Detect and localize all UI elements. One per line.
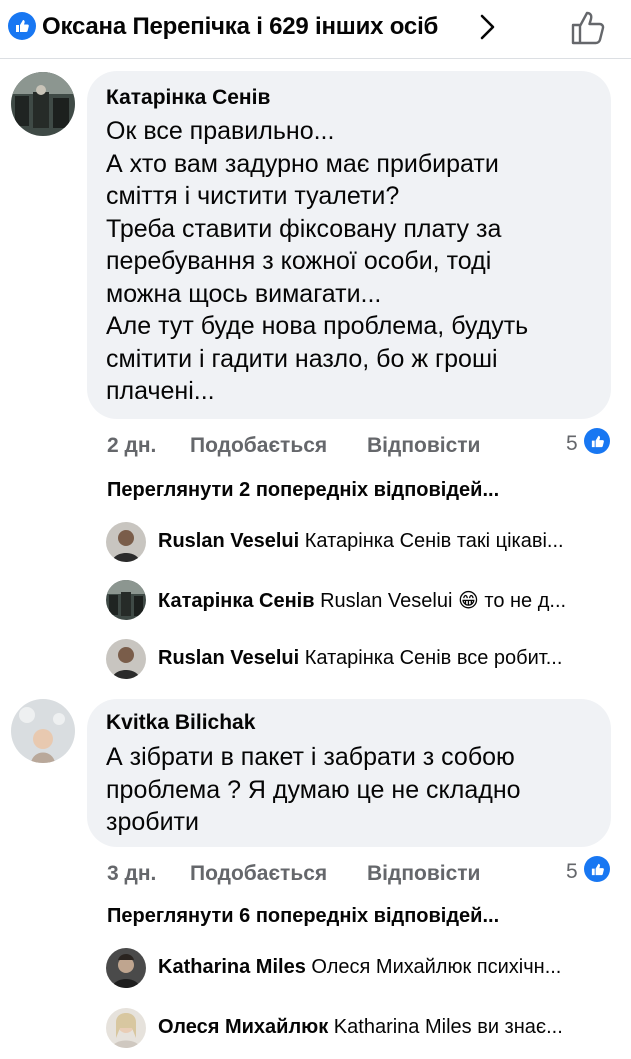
reply-preview: Олеся Михайлюк психічн... xyxy=(311,956,562,978)
reply-item[interactable]: Ruslan Veselui Катарінка Сенів такі ціка… xyxy=(106,522,626,562)
reply-author[interactable]: Катарінка Сенів xyxy=(158,590,315,612)
reply-item[interactable]: Katharina Miles Олеся Михайлюк психічн..… xyxy=(106,948,626,988)
reactions-header[interactable]: Оксана Перепічка і 629 інших осіб xyxy=(0,0,631,59)
reply-item[interactable]: Ruslan Veselui Катарінка Сенів все робит… xyxy=(106,639,626,679)
reply-button[interactable]: Відповісти xyxy=(367,862,480,886)
comment-author[interactable]: Катарінка Сенів xyxy=(106,86,270,110)
view-previous-replies[interactable]: Переглянути 6 попередніх відповідей... xyxy=(107,905,499,928)
comment-author[interactable]: Kvitka Bilichak xyxy=(106,711,255,735)
reply-author[interactable]: Katharina Miles xyxy=(158,956,306,978)
avatar[interactable] xyxy=(106,1008,146,1048)
reaction-count[interactable]: 5 xyxy=(566,860,578,884)
comment-time[interactable]: 2 дн. xyxy=(107,434,156,458)
reply-item[interactable]: Олеся Михайлюк Katharina Miles ви знає..… xyxy=(106,1008,626,1048)
chevron-right-icon[interactable] xyxy=(477,12,499,42)
avatar[interactable] xyxy=(106,580,146,620)
like-button[interactable]: Подобається xyxy=(190,862,327,886)
thumbs-up-outline-icon[interactable] xyxy=(569,10,607,46)
avatar[interactable] xyxy=(106,948,146,988)
comment-time[interactable]: 3 дн. xyxy=(107,862,156,886)
reply-button[interactable]: Відповісти xyxy=(367,434,480,458)
avatar[interactable] xyxy=(106,522,146,562)
like-button[interactable]: Подобається xyxy=(190,434,327,458)
reply-preview: Katharina Miles ви знає... xyxy=(333,1016,563,1038)
reply-preview: Катарінка Сенів все робит... xyxy=(304,647,563,669)
reply-author[interactable]: Олеся Михайлюк xyxy=(158,1016,328,1038)
reply-author[interactable]: Ruslan Veselui xyxy=(158,530,299,552)
comment-text: А зібрати в пакет і забрати з собою проб… xyxy=(106,743,521,836)
reply-preview: Катарінка Сенів такі цікаві... xyxy=(304,530,564,552)
like-reaction-icon xyxy=(584,428,610,454)
avatar[interactable] xyxy=(106,639,146,679)
reply-item[interactable]: Катарінка Сенів Ruslan Veselui 😁 то не д… xyxy=(106,580,626,620)
comment-text: Ок все правильно... А хто вам задурно ма… xyxy=(106,117,529,405)
reaction-count[interactable]: 5 xyxy=(566,432,578,456)
like-reaction-icon xyxy=(584,856,610,882)
view-previous-replies[interactable]: Переглянути 2 попередніх відповідей... xyxy=(107,479,499,502)
avatar[interactable] xyxy=(11,699,75,763)
reactions-summary[interactable]: Оксана Перепічка і 629 інших осіб xyxy=(42,13,438,41)
avatar[interactable] xyxy=(11,72,75,136)
reply-author[interactable]: Ruslan Veselui xyxy=(158,647,299,669)
reply-preview: Ruslan Veselui 😁 то не д... xyxy=(320,590,567,612)
like-badge-icon xyxy=(8,12,36,40)
